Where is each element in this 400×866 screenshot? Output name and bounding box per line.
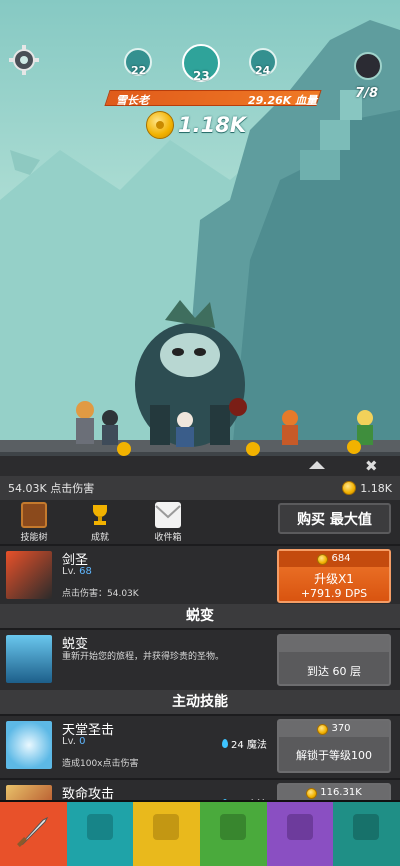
equipment-armor-icon — [153, 814, 180, 840]
envelope-icon — [155, 502, 181, 528]
skill-tree-label: 技能树 — [20, 533, 48, 543]
upgrade-hero-button[interactable]: 684 升级X1 +791.9 DPS — [277, 549, 391, 603]
active-skills-section-header: 主动技能 — [0, 690, 400, 714]
coin-icon — [342, 481, 357, 495]
unlock-cost-value: 370 — [331, 723, 351, 734]
stage-next-number: 24 — [255, 64, 271, 77]
unlock-skill-button[interactable]: 370 解锁于等级100 — [277, 719, 391, 773]
tab-heroes[interactable] — [66, 800, 134, 866]
unlock-cost: 116.31K — [279, 785, 389, 801]
trophy-icon — [87, 502, 113, 528]
bottom-tab-bar — [0, 800, 400, 866]
gold-total: 1.18K — [146, 111, 246, 139]
unlock-cost-value: 116.31K — [320, 787, 362, 798]
tab-equipment[interactable] — [133, 800, 200, 866]
skill-tree-button[interactable]: 技能树 — [12, 502, 56, 543]
tab-sword[interactable] — [0, 800, 67, 866]
prestige-portrait — [6, 635, 52, 683]
pets-creature-icon — [219, 814, 246, 840]
boss-demon-icon[interactable] — [354, 52, 382, 80]
gold-amount: 1.18K — [178, 113, 247, 137]
boss-name: 雪长老 — [116, 94, 149, 107]
hero-damage: 点击伤害：54.03K — [62, 589, 139, 599]
upgrade-cost-value: 684 — [331, 553, 351, 564]
stage-prev-number: 22 — [131, 64, 147, 77]
unlock-cost: 370 — [279, 721, 389, 737]
hero-level: Lv. 68 — [62, 566, 92, 577]
heroes-helmet-icon — [86, 814, 113, 840]
prestige-button-top — [279, 636, 389, 652]
gold-stat-value: 1.18K — [360, 481, 392, 495]
inbox-label: 收件箱 — [154, 533, 182, 543]
prestige-description: 重新开始您的旅程，并获得珍贵的圣物。 — [62, 652, 225, 662]
expand-panel-icon[interactable] — [309, 461, 325, 469]
hero-level-value: 68 — [79, 566, 92, 577]
achievements-label: 成就 — [90, 533, 109, 543]
skill-level-value: 0 — [79, 736, 86, 747]
clan-crest-icon — [286, 814, 313, 840]
upgrade-label: 升级X1 — [314, 572, 354, 586]
gold-stat: 1.18K — [342, 481, 392, 495]
boss-health-value: 29.26K 血量 — [248, 94, 318, 107]
upgrade-dps: +791.9 DPS — [300, 587, 368, 600]
skill-description: 造成100x点击伤害 — [62, 759, 139, 769]
prestige-button-label: 到达 60 层 — [307, 665, 361, 678]
gold-coin-icon — [146, 111, 174, 139]
sword-master-portrait — [6, 551, 52, 599]
skill-mana: 24 魔法 — [222, 736, 267, 751]
buy-max-button[interactable]: 购买 最大值 — [278, 503, 391, 534]
inbox-button[interactable]: 收件箱 — [146, 502, 190, 543]
hero-row: 剑圣 Lv. 68 点击伤害：54.03K 684 升级X1 +791.9 DP… — [0, 544, 400, 604]
tab-shop[interactable] — [333, 800, 400, 866]
unlock-label: 解锁于等级100 — [296, 749, 372, 762]
coin-icon — [306, 787, 318, 799]
coin-icon — [317, 723, 329, 735]
sword-icon — [17, 816, 49, 847]
stage-current-number: 23 — [193, 69, 210, 83]
close-panel-icon[interactable]: ✖ — [365, 457, 378, 475]
upgrade-cost: 684 — [279, 551, 389, 567]
game-scene[interactable]: 22 23 24 7/8 雪长老 29.26K 血量 1.18K — [0, 0, 400, 474]
achievements-button[interactable]: 成就 — [78, 502, 122, 543]
boss-progress: 7/8 — [355, 86, 378, 101]
stats-bar: 54.03K 点击伤害 1.18K — [0, 476, 400, 500]
tap-damage-stat: 54.03K 点击伤害 — [8, 482, 95, 495]
prestige-title: 蜕变 — [62, 637, 89, 652]
tab-clan[interactable] — [266, 800, 334, 866]
skill-level-label: Lv. — [62, 736, 76, 747]
mana-drop-icon — [222, 739, 228, 748]
coin-icon — [317, 553, 329, 565]
skill-tree-book-icon — [21, 502, 47, 528]
panel-handle-bar — [0, 456, 400, 476]
skill-level: Lv. 0 — [62, 736, 85, 747]
prestige-button[interactable]: 到达 60 层 — [277, 634, 391, 686]
prestige-section-header: 蜕变 — [0, 604, 400, 628]
hero-level-label: Lv. — [62, 566, 76, 577]
shop-chest-icon — [353, 814, 380, 840]
skill-mana-value: 24 魔法 — [231, 740, 267, 751]
skill-row-heavenly-strike: 天堂圣击 Lv. 0 造成100x点击伤害 24 魔法 370 解锁于等级100 — [0, 714, 400, 778]
settings-gear-icon[interactable] — [8, 44, 40, 76]
prestige-row: 蜕变 重新开始您的旅程，并获得珍贵的圣物。 到达 60 层 — [0, 628, 400, 690]
heavenly-strike-icon — [6, 721, 52, 769]
tab-pets[interactable] — [199, 800, 267, 866]
